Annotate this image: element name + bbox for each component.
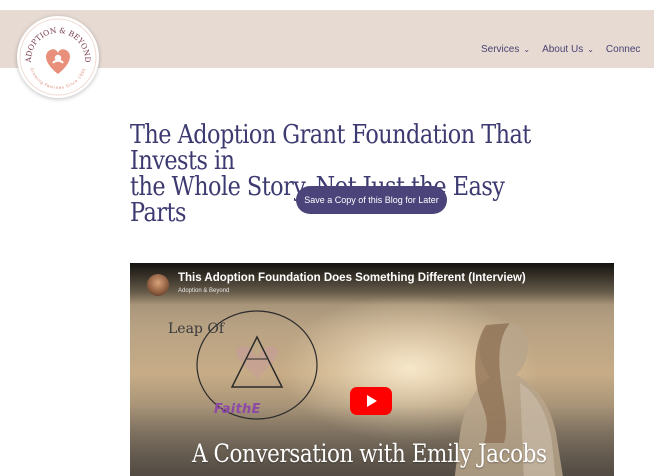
site-logo[interactable]: ADOPTION & BEYOND Growing Families Since…: [17, 16, 99, 98]
play-icon: [367, 395, 377, 407]
main-nav: Services ⌄ About Us ⌄ Connec: [481, 44, 640, 55]
leap-logo-bottom-text: FaithE: [214, 402, 261, 417]
channel-avatar[interactable]: [147, 274, 169, 296]
video-caption: A Conversation with Emily Jacobs: [192, 439, 547, 468]
nav-about-us[interactable]: About Us ⌄: [542, 44, 594, 55]
logo-emblem: ADOPTION & BEYOND Growing Families Since…: [19, 18, 97, 96]
nav-connect-label: Connec: [605, 44, 641, 55]
nav-services[interactable]: Services ⌄: [481, 44, 530, 55]
video-channel-name[interactable]: Adoption & Beyond: [178, 288, 229, 294]
nav-services-label: Services: [481, 44, 520, 55]
nav-about-label: About Us: [542, 44, 584, 55]
leap-logo-top-text: Leap Of: [168, 321, 224, 337]
play-button[interactable]: [350, 387, 392, 415]
video-title[interactable]: This Adoption Foundation Does Something …: [178, 272, 526, 284]
page-title-line1: The Adoption Grant Foundation That Inves…: [130, 120, 531, 176]
video-embed[interactable]: Leap Of FaithE This Adoption Foundation …: [130, 263, 614, 476]
chevron-down-icon: ⌄: [587, 45, 594, 54]
save-blog-button[interactable]: Save a Copy of this Blog for Later: [296, 186, 447, 214]
chevron-down-icon: ⌄: [523, 45, 531, 54]
nav-connect[interactable]: Connec: [606, 44, 640, 55]
video-top-bar: [130, 263, 614, 305]
